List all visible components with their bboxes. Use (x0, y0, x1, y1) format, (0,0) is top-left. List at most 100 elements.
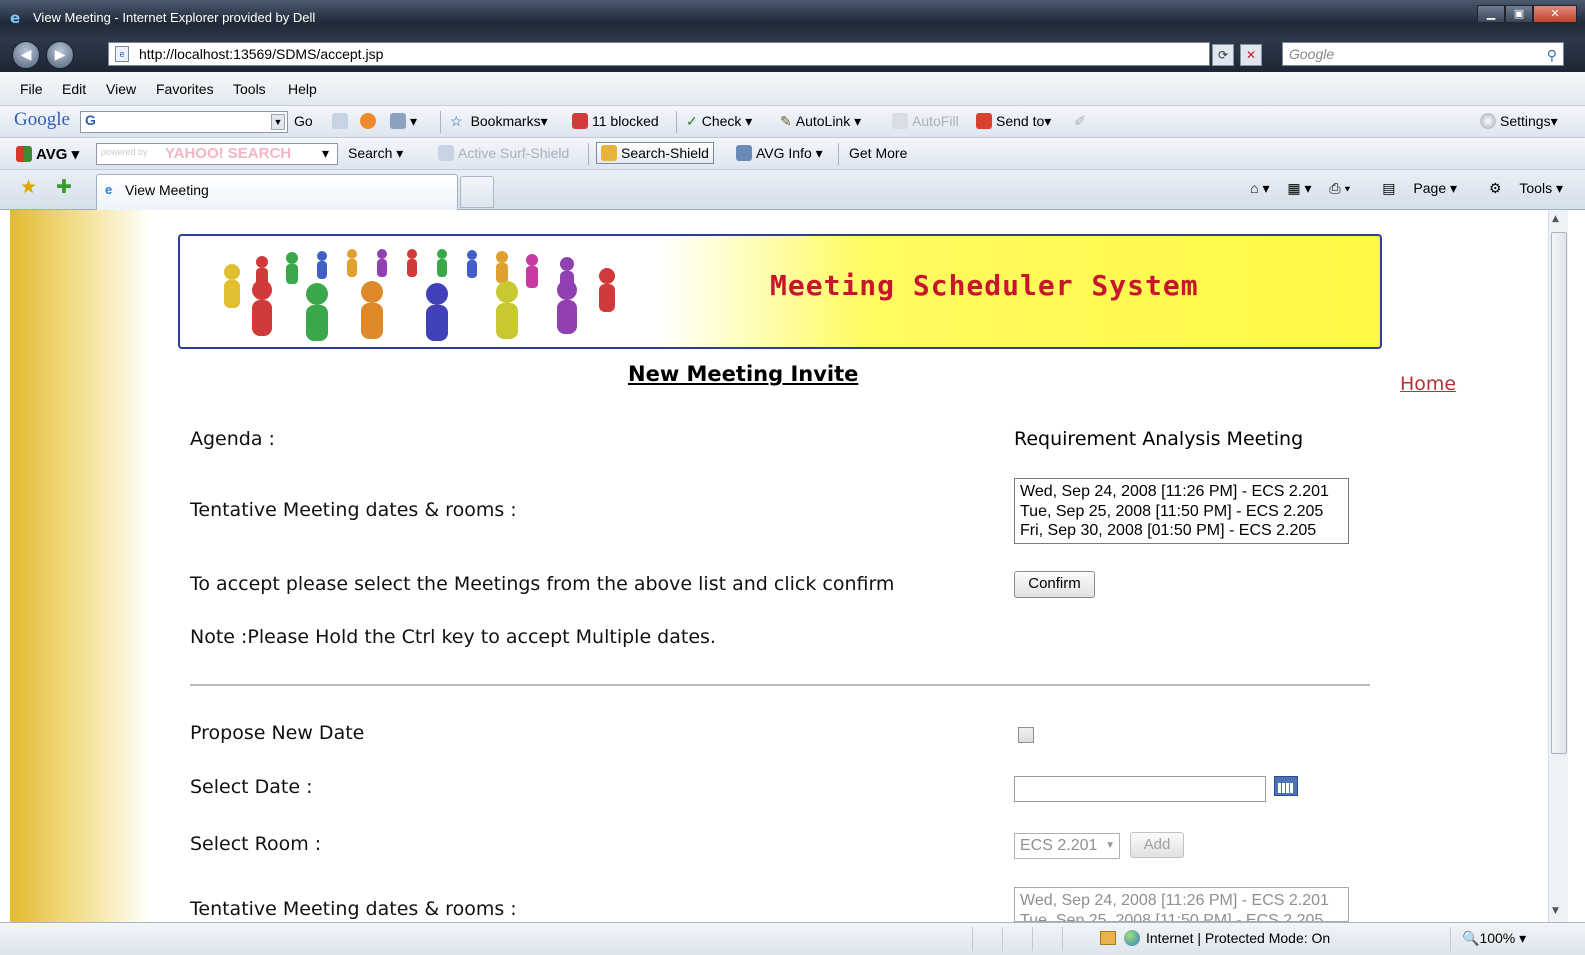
print-icon[interactable]: ⎙ ▾ (1329, 180, 1350, 196)
security-zone[interactable]: Internet | Protected Mode: On (1100, 930, 1330, 946)
proposed-dates-listbox[interactable]: Wed, Sep 24, 2008 [11:26 PM] - ECS 2.201… (1014, 887, 1349, 922)
menu-help[interactable]: Help (288, 81, 317, 97)
edit-icon[interactable]: ✐ (1074, 113, 1086, 130)
agenda-value: Requirement Analysis Meeting (1014, 428, 1304, 450)
get-more-button[interactable]: Get More (849, 145, 907, 161)
page-menu[interactable]: ▤ Page ▾ (1368, 180, 1457, 196)
autofill-icon (892, 113, 908, 129)
window-controls: ▁ ▣ ✕ (1477, 5, 1577, 23)
status-bar: Internet | Protected Mode: On 🔍100% ▾ (0, 922, 1585, 955)
confirm-button[interactable]: Confirm (1014, 571, 1095, 598)
go-button[interactable]: Go (294, 113, 313, 129)
agenda-label: Agenda : (190, 428, 275, 450)
tools-menu[interactable]: ⚙ Tools ▾ (1475, 180, 1563, 196)
separator (676, 111, 677, 133)
zoom-control[interactable]: 🔍100% ▾ (1462, 930, 1526, 947)
separator (588, 143, 589, 165)
new-tab-button[interactable] (460, 176, 494, 208)
send-to-button[interactable]: Send to▾ (976, 113, 1051, 130)
page-heading: New Meeting Invite (628, 362, 859, 386)
home-icon[interactable]: ⌂ ▾ (1250, 180, 1269, 196)
search-button[interactable]: Search ▾ (348, 145, 403, 162)
protected-mode-icon (1100, 931, 1116, 945)
select-date-input[interactable] (1014, 776, 1266, 802)
dropdown-arrow-icon[interactable]: ▾ (322, 145, 329, 162)
popup-blocked-button[interactable]: 11 blocked (572, 113, 659, 129)
avg-icon (16, 146, 32, 162)
active-surf-shield-button[interactable]: Active Surf-Shield (438, 145, 569, 161)
search-icon[interactable]: ⚲ (1547, 44, 1557, 66)
dropdown-arrow-icon[interactable]: ▼ (271, 114, 285, 130)
scroll-down-arrow-icon[interactable]: ▼ (1552, 906, 1559, 916)
yahoo-search-logo: YAHOO! SEARCH (165, 145, 292, 162)
forward-button[interactable]: ▶ (46, 41, 74, 69)
stop-icon[interactable]: ✕ (1240, 44, 1262, 66)
avg-info-label: AVG Info (756, 145, 812, 161)
google-search-input[interactable]: G ▼ (80, 111, 288, 133)
divider (190, 684, 1370, 686)
command-bar: ⌂ ▾ ▦ ▾ ⎙ ▾ ▤ Page ▾ ⚙ Tools ▾ (1236, 180, 1563, 197)
list-item[interactable]: Wed, Sep 24, 2008 [11:26 PM] - ECS 2.201 (1020, 891, 1343, 911)
avg-logo: AVG ▾ (16, 145, 79, 163)
room-select[interactable]: ECS 2.201 ▼ (1014, 833, 1120, 859)
select-room-label: Select Room : (190, 833, 322, 855)
menu-file[interactable]: File (20, 81, 43, 97)
scroll-up-arrow-icon[interactable]: ▲ (1552, 214, 1559, 224)
settings-button[interactable]: Settings▾ (1480, 113, 1558, 130)
autolink-label: AutoLink (795, 113, 851, 129)
maximize-button[interactable]: ▣ (1505, 5, 1533, 23)
tentative-dates-label-2: Tentative Meeting dates & rooms : (190, 898, 517, 920)
propose-new-date-checkbox[interactable] (1018, 727, 1034, 743)
autofill-button[interactable]: AutoFill (892, 113, 959, 129)
favorites-star-icon[interactable]: ★ (20, 176, 37, 198)
spell-check-button[interactable]: ✓ Check ▾ (686, 113, 752, 130)
tentative-dates-listbox[interactable]: Wed, Sep 24, 2008 [11:26 PM] - ECS 2.201… (1014, 478, 1349, 544)
list-item[interactable]: Wed, Sep 24, 2008 [11:26 PM] - ECS 2.201 (1020, 482, 1343, 502)
yahoo-search-input[interactable]: powered by YAHOO! SEARCH (96, 143, 338, 165)
menu-view[interactable]: View (106, 81, 136, 97)
send-to-label: Send to (996, 113, 1045, 129)
calendar-icon[interactable] (1274, 776, 1298, 796)
pagerank-icon[interactable] (332, 113, 352, 129)
select-date-label: Select Date : (190, 776, 313, 798)
address-bar[interactable]: e http://localhost:13569/SDMS/accept.jsp (108, 42, 1210, 66)
surf-shield-label: Active Surf-Shield (458, 145, 570, 161)
feeds-icon[interactable]: ▦ ▾ (1287, 180, 1311, 196)
window-title: View Meeting - Internet Explorer provide… (33, 10, 316, 25)
search-box[interactable]: Google ⚲ (1282, 42, 1564, 66)
dropdown-arrow-icon: ▼ (1105, 840, 1115, 851)
menu-edit[interactable]: Edit (62, 81, 86, 97)
list-item[interactable]: Tue, Sep 25, 2008 [11:50 PM] - ECS 2.205 (1020, 911, 1343, 922)
menu-favorites[interactable]: Favorites (156, 81, 214, 97)
bookmarks-button[interactable]: ☆ Bookmarks▾ (450, 113, 548, 130)
list-item[interactable]: Tue, Sep 25, 2008 [11:50 PM] - ECS 2.205 (1020, 502, 1343, 522)
popup-icon[interactable]: ▾ (390, 113, 417, 130)
info-icon (736, 145, 752, 161)
zoom-dropdown-arrow-icon[interactable]: ▾ (1519, 930, 1526, 946)
home-link[interactable]: Home (1400, 373, 1456, 395)
close-button[interactable]: ✕ (1533, 5, 1577, 23)
autolink-button[interactable]: ✎ AutoLink ▾ (780, 113, 861, 130)
highlight-icon[interactable] (360, 113, 380, 129)
menu-tools[interactable]: Tools (233, 81, 266, 97)
back-button[interactable]: ◀ (12, 41, 40, 69)
autofill-label: AutoFill (912, 113, 959, 129)
add-room-button[interactable]: Add (1130, 832, 1184, 858)
vertical-scrollbar[interactable]: ▲ ▼ (1548, 210, 1568, 922)
refresh-icon[interactable]: ⟳ (1212, 44, 1234, 66)
scroll-thumb[interactable] (1551, 232, 1567, 754)
separator (440, 111, 441, 133)
status-divider (972, 927, 973, 951)
minimize-button[interactable]: ▁ (1477, 5, 1505, 23)
google-g-button[interactable]: G (85, 112, 96, 128)
window-title-bar: e View Meeting - Internet Explorer provi… (0, 0, 1585, 38)
add-favorite-icon[interactable]: ✚ (56, 176, 72, 198)
google-toolbar: Google G ▼ Go ▾ ☆ Bookmarks▾ 11 blocked ✓… (0, 106, 1585, 138)
list-item[interactable]: Fri, Sep 30, 2008 [01:50 PM] - ECS 2.205 (1020, 521, 1343, 541)
status-divider (1450, 927, 1451, 951)
spellcheck-icon: ✓ (686, 113, 698, 129)
tab-view-meeting[interactable]: e View Meeting (96, 174, 458, 210)
tools-menu-label: Tools (1519, 180, 1553, 196)
search-shield-button[interactable]: Search-Shield (596, 142, 714, 164)
avg-info-button[interactable]: AVG Info ▾ (736, 145, 823, 162)
